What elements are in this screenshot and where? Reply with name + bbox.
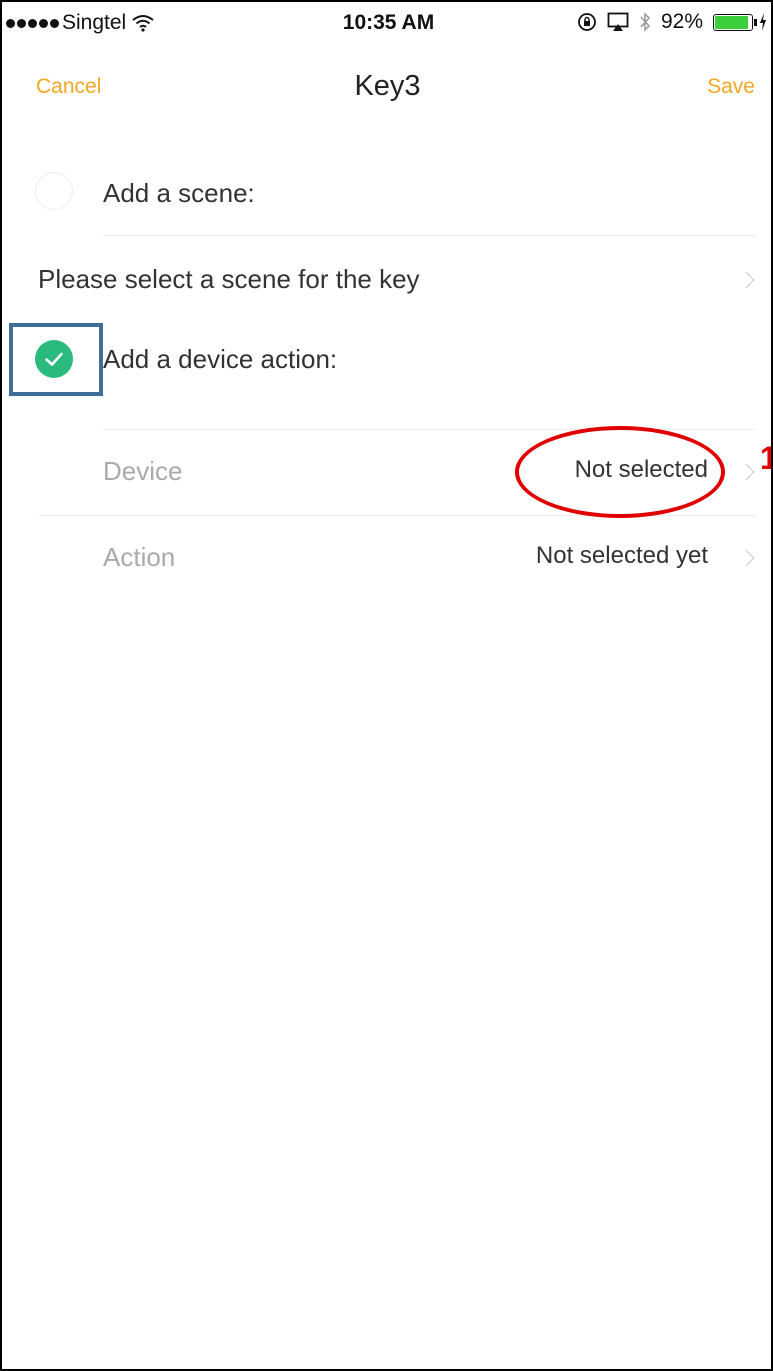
battery-level-fill <box>715 15 749 29</box>
bluetooth-icon <box>640 12 650 32</box>
page-title: Key3 <box>354 70 421 102</box>
action-row-label: Action <box>103 542 176 572</box>
device-row-label: Device <box>103 456 183 486</box>
scene-select-row[interactable]: Please select a scene for the key <box>2 236 771 322</box>
battery-icon <box>713 13 757 31</box>
action-row[interactable]: Action Not selected yet <box>2 516 771 601</box>
nav-bar: Cancel Key3 Save <box>2 42 771 130</box>
charging-icon <box>760 13 766 31</box>
chevron-right-icon <box>737 549 755 567</box>
annotation-number: 1 <box>760 440 771 477</box>
device-section-label: Add a device action: <box>103 344 338 374</box>
scene-select-prompt: Please select a scene for the key <box>38 264 420 294</box>
battery-percent: 92% <box>660 10 703 33</box>
save-button[interactable]: Save <box>707 75 755 99</box>
action-row-value: Not selected yet <box>535 542 708 569</box>
chevron-right-icon <box>737 271 755 289</box>
phone-screen: Singtel 10:35 AM 92% Cancel Key3 Save Ad… <box>0 0 773 1371</box>
chevron-right-icon <box>737 463 755 481</box>
orientation-lock-icon <box>578 13 596 31</box>
status-bar: Singtel 10:35 AM 92% <box>2 2 771 42</box>
highlight-box-annotation <box>9 323 103 396</box>
highlight-ellipse-annotation <box>515 426 725 518</box>
scene-section-label: Add a scene: <box>103 178 255 208</box>
scene-radio-button[interactable] <box>35 172 73 210</box>
airplay-icon <box>607 12 629 31</box>
status-right: 92% <box>577 10 767 34</box>
